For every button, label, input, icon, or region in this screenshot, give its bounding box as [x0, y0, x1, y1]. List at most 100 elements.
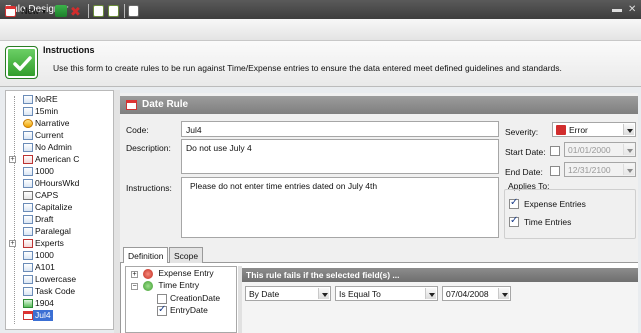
minimize-icon[interactable]: ▬ — [612, 0, 622, 19]
end-date-field[interactable]: 12/31/2100 — [564, 162, 636, 177]
time-entries-label: Time Entries — [524, 217, 572, 227]
rule-header: Date Rule — [120, 96, 638, 114]
tree-item-label: Jul4 — [33, 310, 53, 321]
warning-icon — [23, 119, 33, 128]
tree-item[interactable]: NoRE — [6, 94, 114, 105]
start-date-value: 01/01/2000 — [568, 145, 611, 155]
tree-item[interactable]: Draft — [6, 214, 114, 225]
calendar-icon — [23, 311, 33, 320]
tree-item[interactable]: 0HoursWkd — [6, 178, 114, 189]
tree-item-label: Capitalize — [35, 202, 73, 212]
chevron-down-icon[interactable] — [623, 144, 634, 155]
document-icon — [23, 95, 33, 104]
close-icon[interactable]: ✕ — [628, 0, 636, 19]
time-entry-node[interactable]: Time Entry — [143, 280, 199, 291]
checklist-icon — [23, 155, 33, 164]
instructions-field[interactable]: Please do not enter time entries dated o… — [181, 177, 499, 238]
entry-date-label: EntryDate — [170, 305, 208, 315]
chevron-down-icon[interactable] — [623, 164, 634, 175]
tree-item-label: CAPS — [35, 190, 59, 200]
toolbar — [0, 19, 641, 41]
date-value-field[interactable]: 07/04/2008 — [442, 286, 511, 301]
save-button[interactable] — [55, 3, 67, 19]
instructions-title: Instructions — [43, 45, 95, 55]
tree-item[interactable]: A101 — [6, 262, 114, 273]
tree-item[interactable]: 1000 — [6, 250, 114, 261]
code-field[interactable]: Jul4 — [181, 121, 499, 137]
document-icon — [23, 227, 33, 236]
severity-select[interactable]: Error — [552, 122, 636, 137]
tree-item-label: 1904 — [35, 298, 54, 308]
chevron-down-icon[interactable] — [623, 124, 634, 135]
expand-icon[interactable]: + — [9, 156, 16, 163]
instructions-label: Instructions: — [126, 183, 172, 193]
tree-item[interactable]: 15min — [6, 106, 114, 117]
export-button[interactable] — [108, 3, 119, 19]
tree-item-label: Lowercase — [35, 274, 77, 284]
description-field[interactable]: Do not use July 4 — [181, 139, 499, 174]
copy-button[interactable] — [128, 3, 139, 19]
copy-icon — [128, 5, 139, 17]
tree-item-label: No Admin — [35, 142, 72, 152]
tree-item-label: Paralegal — [35, 226, 71, 236]
tree-item[interactable]: 1904 — [6, 298, 114, 309]
new-label: New — [21, 6, 40, 16]
tree-item[interactable]: Jul4 — [6, 310, 114, 321]
tab-scope[interactable]: Scope — [169, 247, 204, 263]
import-button[interactable] — [93, 3, 104, 19]
condition-header: This rule fails if the selected field(s)… — [242, 268, 638, 282]
calendar-icon — [5, 5, 16, 17]
date-value: 07/04/2008 — [446, 289, 489, 299]
save-icon — [55, 5, 67, 17]
creation-date-label: CreationDate — [170, 293, 221, 303]
expand-icon[interactable]: + — [9, 240, 16, 247]
tab-definition[interactable]: Definition — [123, 247, 169, 264]
instructions-text: Use this form to create rules to be run … — [53, 63, 562, 73]
document-icon — [23, 143, 33, 152]
expense-entries-label: Expense Entries — [524, 199, 586, 209]
tree-item[interactable]: + Experts — [6, 238, 114, 249]
document-icon — [23, 287, 33, 296]
start-date-field[interactable]: 01/01/2000 — [564, 142, 636, 157]
severity-label: Severity: — [505, 127, 539, 137]
time-entries-checkbox[interactable] — [509, 215, 519, 227]
document-icon — [23, 167, 33, 176]
operator-value: Is Equal To — [339, 289, 381, 299]
tree-item-label: 15min — [35, 106, 59, 116]
tree-item[interactable]: Task Code — [6, 286, 114, 297]
tree-item-label: 1000 — [35, 166, 54, 176]
entry-date-checkbox[interactable] — [157, 304, 167, 316]
tree-item-label: Task Code — [35, 286, 76, 296]
tree-item[interactable]: + American C — [6, 154, 114, 165]
tree-item-label: Experts — [35, 238, 64, 248]
tree-item[interactable]: Lowercase — [6, 274, 114, 285]
tree-item-label: A101 — [35, 262, 55, 272]
start-date-checkbox[interactable] — [550, 146, 560, 156]
tree-item[interactable]: No Admin — [6, 142, 114, 153]
end-date-checkbox[interactable] — [550, 166, 560, 176]
applies-to-group — [504, 189, 636, 239]
tree-item[interactable]: Paralegal — [6, 226, 114, 237]
severity-value: Error — [569, 125, 588, 135]
tree-item[interactable]: CAPS — [6, 190, 114, 201]
tree-item[interactable]: Capitalize — [6, 202, 114, 213]
delete-button[interactable]: ✖ — [70, 3, 81, 19]
by-select[interactable]: By Date — [245, 286, 331, 301]
tree-item[interactable]: Narrative — [6, 118, 114, 129]
chevron-down-icon[interactable] — [498, 288, 509, 299]
document-icon — [23, 107, 33, 116]
tree-item[interactable]: Current — [6, 130, 114, 141]
operator-select[interactable]: Is Equal To — [335, 286, 438, 301]
import-icon — [93, 5, 104, 17]
chevron-down-icon[interactable] — [425, 288, 436, 299]
document-icon — [23, 275, 33, 284]
tree-item-label: 1000 — [35, 250, 54, 260]
creation-date-checkbox[interactable] — [157, 294, 167, 304]
chevron-down-icon[interactable] — [318, 288, 329, 299]
expense-entry-node[interactable]: Expense Entry — [143, 268, 214, 279]
new-button[interactable]: New ▾ — [5, 3, 46, 19]
document-icon — [23, 179, 33, 188]
export-icon — [108, 5, 119, 17]
expense-entries-checkbox[interactable] — [509, 197, 519, 209]
tree-item[interactable]: 1000 — [6, 166, 114, 177]
